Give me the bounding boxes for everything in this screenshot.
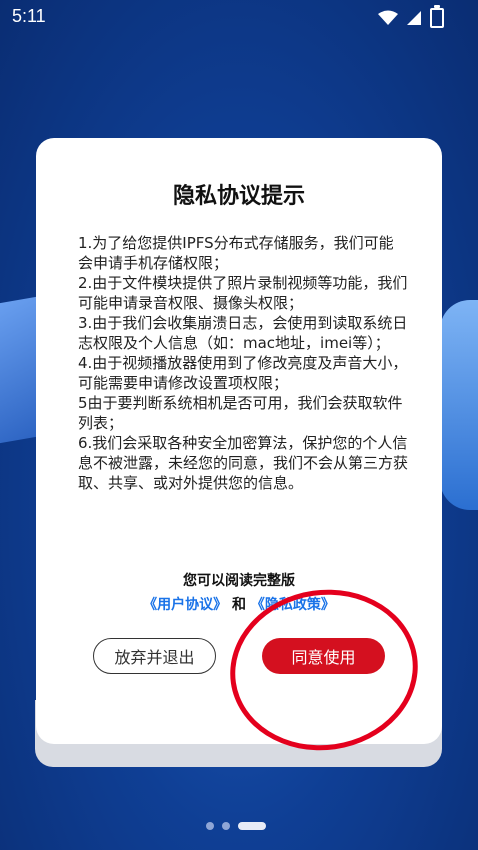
- status-time: 5:11: [12, 6, 46, 26]
- agree-button[interactable]: 同意使用: [262, 638, 385, 674]
- page-dot-active: [238, 822, 266, 830]
- read-full-text: 您可以阅读完整版: [183, 573, 295, 589]
- privacy-dialog: 隐私协议提示 1.为了给您提供IPFS分布式存储服务，我们可能会申请手机存储权限…: [36, 138, 442, 744]
- status-bar: 5:11: [0, 0, 478, 34]
- privacy-policy-link[interactable]: 《隐私政策》: [251, 597, 335, 613]
- links-and-text: 和: [232, 597, 246, 613]
- user-agreement-link[interactable]: 《用户协议》: [143, 597, 227, 613]
- dialog-title: 隐私协议提示: [172, 184, 305, 209]
- terms-item: 4.由于视频播放器使用到了修改亮度及声音大小，可能需要申请修改设置项权限；: [78, 354, 408, 392]
- page-indicator: [206, 822, 266, 830]
- wifi-icon: [378, 10, 398, 25]
- terms-item: 6.我们会采取各种安全加密算法，保护您的个人信息不被泄露，未经您的同意，我们不会…: [78, 434, 409, 492]
- page-dot: [222, 822, 230, 830]
- terms-item: 5由于要判断系统相机是否可用，我们会获取软件列表；: [78, 394, 403, 432]
- terms-list: 1.为了给您提供IPFS分布式存储服务，我们可能会申请手机存储权限； 2.由于文…: [78, 233, 408, 493]
- agreement-links: 《用户协议》 和 《隐私政策》: [36, 594, 442, 614]
- terms-item: 3.由于我们会收集崩溃日志，会使用到读取系统日志权限及个人信息（如：mac地址，…: [78, 314, 408, 352]
- page-dot: [206, 822, 214, 830]
- signal-icon: [407, 11, 421, 25]
- reject-exit-button[interactable]: 放弃并退出: [93, 638, 216, 674]
- status-icons: [378, 5, 444, 28]
- background-cloud-decoration: [440, 300, 478, 510]
- battery-icon: [430, 5, 444, 28]
- terms-item: 2.由于文件模块提供了照片录制视频等功能，我们可能申请录音权限、摄像头权限；: [78, 274, 408, 312]
- terms-item: 1.为了给您提供IPFS分布式存储服务，我们可能会申请手机存储权限；: [78, 234, 394, 272]
